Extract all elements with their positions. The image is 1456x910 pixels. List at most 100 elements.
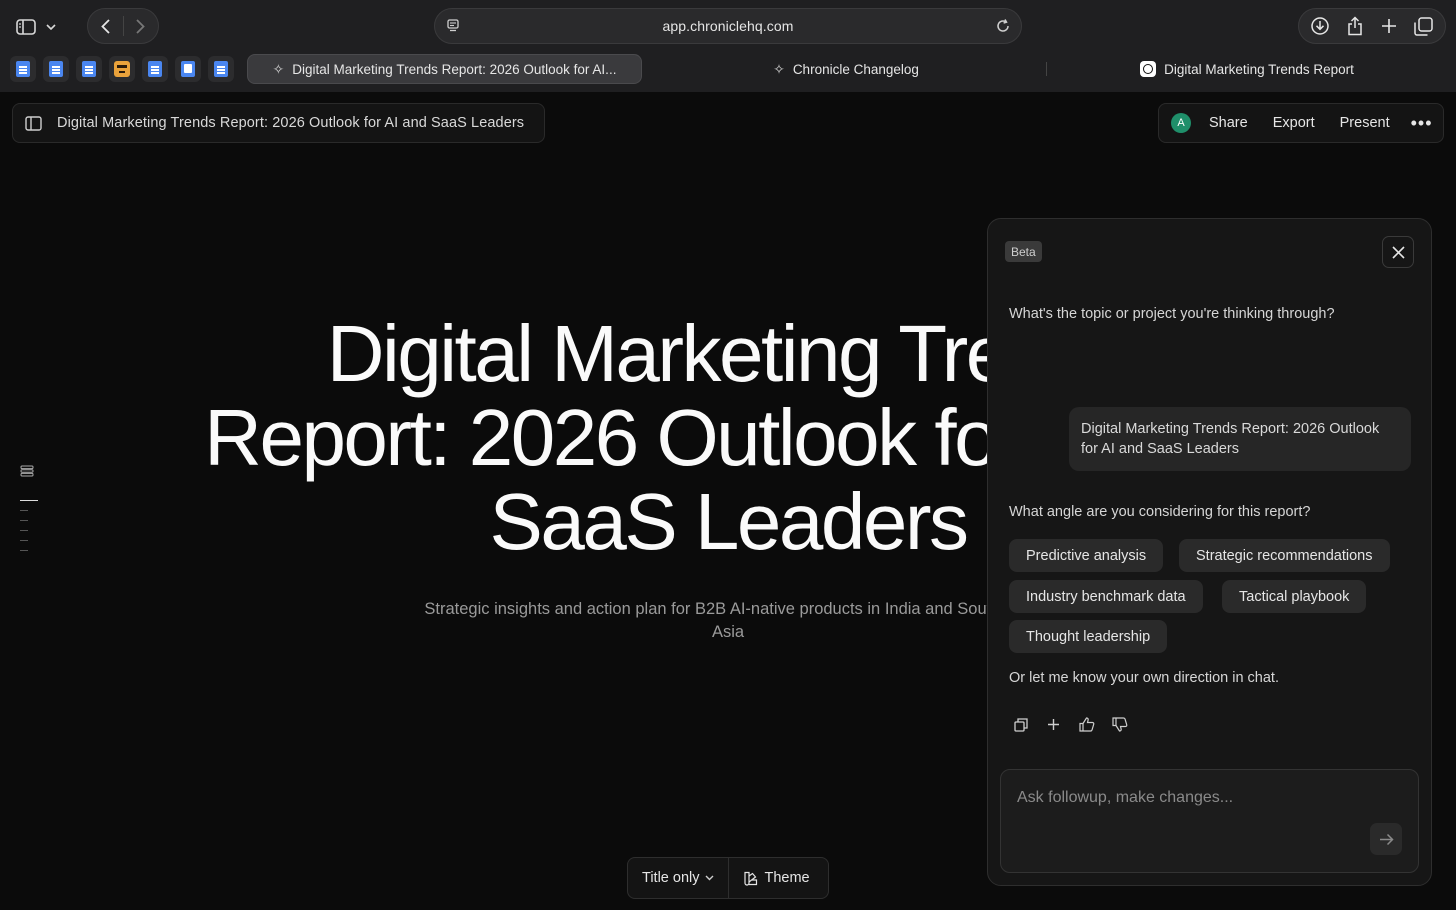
option-industry-benchmark-data[interactable]: Industry benchmark data — [1009, 580, 1203, 613]
option-thought-leadership[interactable]: Thought leadership — [1009, 620, 1168, 653]
thumbs-down-button[interactable] — [1111, 716, 1128, 733]
pinned-tab[interactable] — [175, 56, 201, 82]
copy-button[interactable] — [1012, 716, 1029, 733]
reload-icon[interactable] — [995, 18, 1011, 34]
avatar[interactable]: A — [1171, 113, 1191, 133]
assistant-message: Or let me know your own direction in cha… — [1009, 670, 1279, 686]
chat-input[interactable] — [1001, 770, 1418, 872]
chevron-right-icon — [136, 18, 145, 34]
presentation-editor: Digital Marketing Trends Report: 2026 Ou… — [0, 92, 1456, 910]
slide-subtitle[interactable]: Strategic insights and action plan for B… — [418, 598, 1038, 644]
google-docs-icon — [49, 61, 63, 77]
browser-toolbar: app.chroniclehq.com — [0, 0, 1456, 52]
outline-marker-active[interactable] — [20, 500, 38, 501]
google-docs-icon — [16, 61, 30, 77]
palette-icon — [744, 871, 758, 886]
history-navigation — [87, 8, 159, 44]
assistant-message: What's the topic or project you're think… — [1009, 306, 1335, 322]
option-tactical-playbook[interactable]: Tactical playbook — [1222, 580, 1367, 613]
user-message: Digital Marketing Trends Report: 2026 Ou… — [1069, 407, 1411, 471]
more-options-button[interactable]: ••• — [1411, 113, 1433, 134]
slide-outline-rail — [18, 464, 40, 560]
option-predictive-analysis[interactable]: Predictive analysis — [1009, 539, 1164, 572]
copy-icon — [1013, 717, 1028, 732]
address-bar[interactable]: app.chroniclehq.com — [434, 8, 1022, 44]
back-button[interactable] — [88, 8, 123, 44]
share-button[interactable]: Share — [1209, 115, 1248, 131]
pinned-tab[interactable] — [142, 56, 168, 82]
slide-layout-toolbar: Title only Theme — [627, 857, 829, 899]
thumbs-up-button[interactable] — [1078, 716, 1095, 733]
browser-chrome: app.chroniclehq.com ✧ Digital Marketing … — [0, 0, 1456, 92]
document-title[interactable]: Digital Marketing Trends Report: 2026 Ou… — [57, 115, 524, 131]
tab-title: Digital Marketing Trends Report — [1164, 61, 1354, 77]
outline-marker[interactable] — [20, 520, 28, 521]
pinned-tab[interactable] — [43, 56, 69, 82]
document-actions: A Share Export Present ••• — [1158, 103, 1444, 143]
tab-digital-marketing-report[interactable]: Digital Marketing Trends Report — [1060, 54, 1434, 84]
sparkle-icon: ✧ — [272, 60, 285, 77]
pinned-tab[interactable] — [76, 56, 102, 82]
plus-icon — [1382, 19, 1397, 33]
theme-label: Theme — [764, 870, 810, 886]
downloads-button[interactable] — [1304, 10, 1336, 42]
close-icon — [1391, 245, 1405, 259]
send-button[interactable] — [1370, 823, 1402, 855]
pinned-tabs — [10, 56, 234, 82]
outline-marker[interactable] — [20, 530, 28, 531]
share-icon — [1348, 16, 1362, 36]
sidebar-icon — [16, 19, 36, 35]
tab-bar: ✧ Digital Marketing Trends Report: 2026 … — [0, 52, 1456, 86]
browser-actions — [1298, 8, 1446, 44]
new-tab-button[interactable] — [1373, 10, 1405, 42]
layout-label: Title only — [642, 870, 700, 886]
chatgpt-icon — [1140, 61, 1157, 77]
present-button[interactable]: Present — [1340, 115, 1390, 131]
add-to-slide-button[interactable] — [1045, 716, 1062, 733]
download-icon — [1311, 17, 1329, 35]
document-header: Digital Marketing Trends Report: 2026 Ou… — [12, 103, 545, 143]
google-drive-file-icon — [181, 61, 195, 77]
tab-overview-button[interactable] — [1408, 10, 1440, 42]
theme-button[interactable]: Theme — [729, 858, 823, 898]
url-text: app.chroniclehq.com — [662, 18, 794, 34]
side-panel-icon — [24, 115, 42, 131]
export-button[interactable]: Export — [1273, 115, 1315, 131]
page-menu-icon[interactable] — [445, 18, 461, 34]
layout-dropdown[interactable]: Title only — [628, 858, 728, 898]
close-button[interactable] — [1382, 236, 1414, 268]
chevron-down-icon — [46, 24, 56, 30]
outline-marker[interactable] — [20, 540, 28, 541]
share-page-button[interactable] — [1339, 10, 1371, 42]
outline-marker[interactable] — [20, 550, 28, 551]
pinned-tab[interactable] — [10, 56, 36, 82]
slide-outline-markers — [18, 500, 40, 551]
pinned-tab[interactable] — [109, 56, 135, 82]
outline-marker[interactable] — [20, 510, 28, 511]
tab-active[interactable]: ✧ Digital Marketing Trends Report: 2026 … — [247, 54, 642, 84]
forward-button[interactable] — [123, 8, 158, 44]
list-icon[interactable] — [20, 465, 34, 477]
divider — [1046, 62, 1047, 76]
chevron-left-icon — [100, 18, 110, 34]
toggle-outline-button[interactable] — [13, 103, 53, 143]
thumbs-up-icon — [1078, 717, 1094, 732]
chevron-down-icon — [705, 875, 714, 881]
assistant-message: What angle are you considering for this … — [1009, 504, 1311, 520]
message-actions — [1012, 716, 1128, 733]
arrow-right-icon — [1379, 833, 1394, 845]
option-strategic-recommendations[interactable]: Strategic recommendations — [1179, 539, 1390, 572]
tab-chronicle-changelog[interactable]: ✧ Chronicle Changelog — [660, 54, 1032, 84]
tab-title: Chronicle Changelog — [792, 61, 919, 77]
sparkle-icon: ✧ — [773, 60, 785, 77]
plus-icon — [1048, 719, 1059, 730]
sidebar-toggle-button[interactable] — [16, 14, 68, 40]
google-docs-icon — [214, 61, 228, 77]
beta-badge: Beta — [1005, 241, 1042, 262]
chat-input-container — [1000, 769, 1419, 873]
thumbs-down-icon — [1111, 717, 1127, 732]
pinned-tab[interactable] — [208, 56, 234, 82]
tabs-icon — [1414, 16, 1433, 36]
tab-title: Digital Marketing Trends Report: 2026 Ou… — [292, 61, 617, 77]
google-docs-icon — [148, 61, 162, 77]
